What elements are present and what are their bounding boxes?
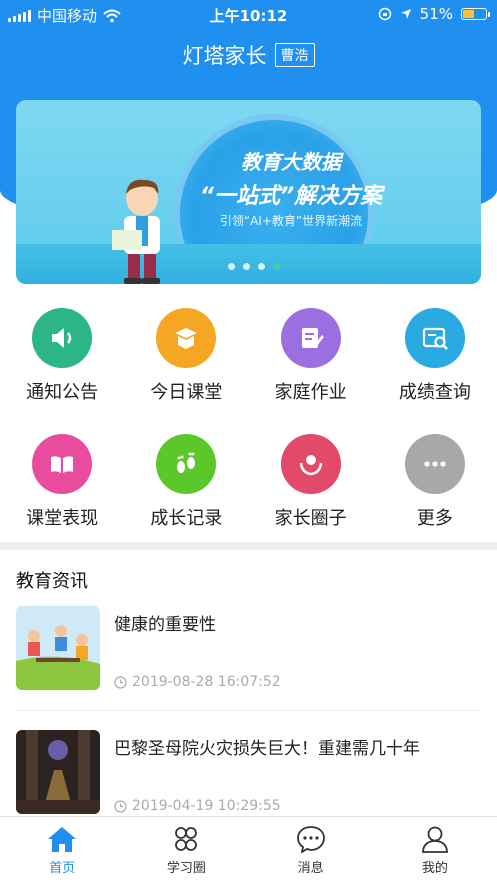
- page-title-bar: 灯塔家长 曹浩: [0, 40, 497, 70]
- grid-label: 今日课堂: [150, 382, 223, 403]
- news-thumbnail: [16, 606, 100, 690]
- promo-banner[interactable]: 教育大数据 “一站式”解决方案 引领“AI+教育”世界新潮流: [16, 100, 481, 284]
- grid-item-parent-circle[interactable]: 家长圈子: [249, 434, 373, 530]
- news-title: 巴黎圣母院火灾损失巨大！重建需几十年: [114, 739, 420, 759]
- feature-grid: 通知公告 今日课堂 家庭作业 成绩查询 课堂表现 成长记录 家长圈子 更多: [0, 308, 497, 530]
- battery-percent: 51%: [419, 5, 453, 23]
- bottom-tab-bar: 首页 学习圈 消息 我的: [0, 816, 497, 883]
- tab-label: 学习圈: [166, 861, 206, 876]
- message-icon: [296, 826, 325, 853]
- battery-icon: [461, 8, 490, 20]
- more-icon: [404, 434, 465, 494]
- grid-label: 家庭作业: [274, 382, 347, 403]
- grid-item-performance[interactable]: 课堂表现: [0, 434, 124, 530]
- clock-icon: [114, 799, 127, 813]
- tab-label: 我的: [421, 861, 448, 876]
- location-icon: [400, 9, 411, 19]
- hands-heart-icon: [280, 434, 341, 494]
- banner-headline: 教育大数据: [241, 150, 341, 174]
- user-icon: [421, 826, 448, 853]
- banner-dot[interactable]: [227, 263, 235, 270]
- news-separator: [16, 710, 481, 711]
- search-doc-icon: [404, 308, 465, 368]
- grid-label: 家长圈子: [274, 508, 347, 529]
- clock-icon: [114, 675, 127, 689]
- news-thumbnail: [16, 730, 100, 814]
- home-icon: [48, 827, 77, 852]
- grid-label: 课堂表现: [26, 508, 99, 529]
- grid-item-more[interactable]: 更多: [373, 434, 497, 530]
- grid-label: 成长记录: [150, 508, 223, 529]
- tab-home[interactable]: 首页: [0, 817, 124, 883]
- banner-subline: 引领“AI+教育”世界新潮流: [219, 214, 363, 228]
- news-timestamp: 2019-08-28 16:07:52: [132, 674, 281, 690]
- news-timestamp: 2019-04-19 10:29:55: [132, 798, 281, 814]
- book-open-icon: [156, 308, 217, 368]
- section-title: 教育资讯: [16, 571, 88, 592]
- grid-label: 通知公告: [26, 382, 99, 403]
- edit-icon: [280, 308, 341, 368]
- news-time: 2019-08-28 16:07:52: [114, 674, 281, 690]
- news-title: 健康的重要性: [114, 615, 216, 635]
- banner-dot[interactable]: [257, 263, 265, 270]
- grid-label: 更多: [416, 508, 453, 529]
- grid-item-grades[interactable]: 成绩查询: [373, 308, 497, 404]
- page-title: 灯塔家长: [182, 44, 267, 68]
- clover-icon: [175, 827, 198, 851]
- status-bar: 中国移动 上午10:12 51%: [0, 0, 497, 30]
- tab-label: 消息: [297, 861, 324, 876]
- speaker-icon: [32, 308, 93, 368]
- user-badge[interactable]: 曹浩: [274, 43, 315, 67]
- tab-mine[interactable]: 我的: [373, 817, 497, 883]
- grid-item-notice[interactable]: 通知公告: [0, 308, 124, 404]
- banner-dot[interactable]: [242, 263, 250, 270]
- grid-item-today-class[interactable]: 今日课堂: [124, 308, 248, 404]
- section-divider: [0, 542, 497, 550]
- grid-item-growth[interactable]: 成长记录: [124, 434, 248, 530]
- banner-pagination[interactable]: [16, 263, 481, 270]
- grid-label: 成绩查询: [398, 382, 471, 403]
- tab-study-circle[interactable]: 学习圈: [124, 817, 248, 883]
- book-icon: [32, 434, 93, 494]
- tab-label: 首页: [49, 861, 76, 876]
- banner-dot-active[interactable]: [272, 263, 280, 270]
- rotation-lock-icon: [378, 7, 391, 21]
- grid-item-homework[interactable]: 家庭作业: [249, 308, 373, 404]
- tab-messages[interactable]: 消息: [249, 817, 373, 883]
- footprint-icon: [156, 434, 217, 494]
- banner-headline-2: “一站式”解决方案: [199, 184, 383, 209]
- news-time: 2019-04-19 10:29:55: [114, 798, 281, 814]
